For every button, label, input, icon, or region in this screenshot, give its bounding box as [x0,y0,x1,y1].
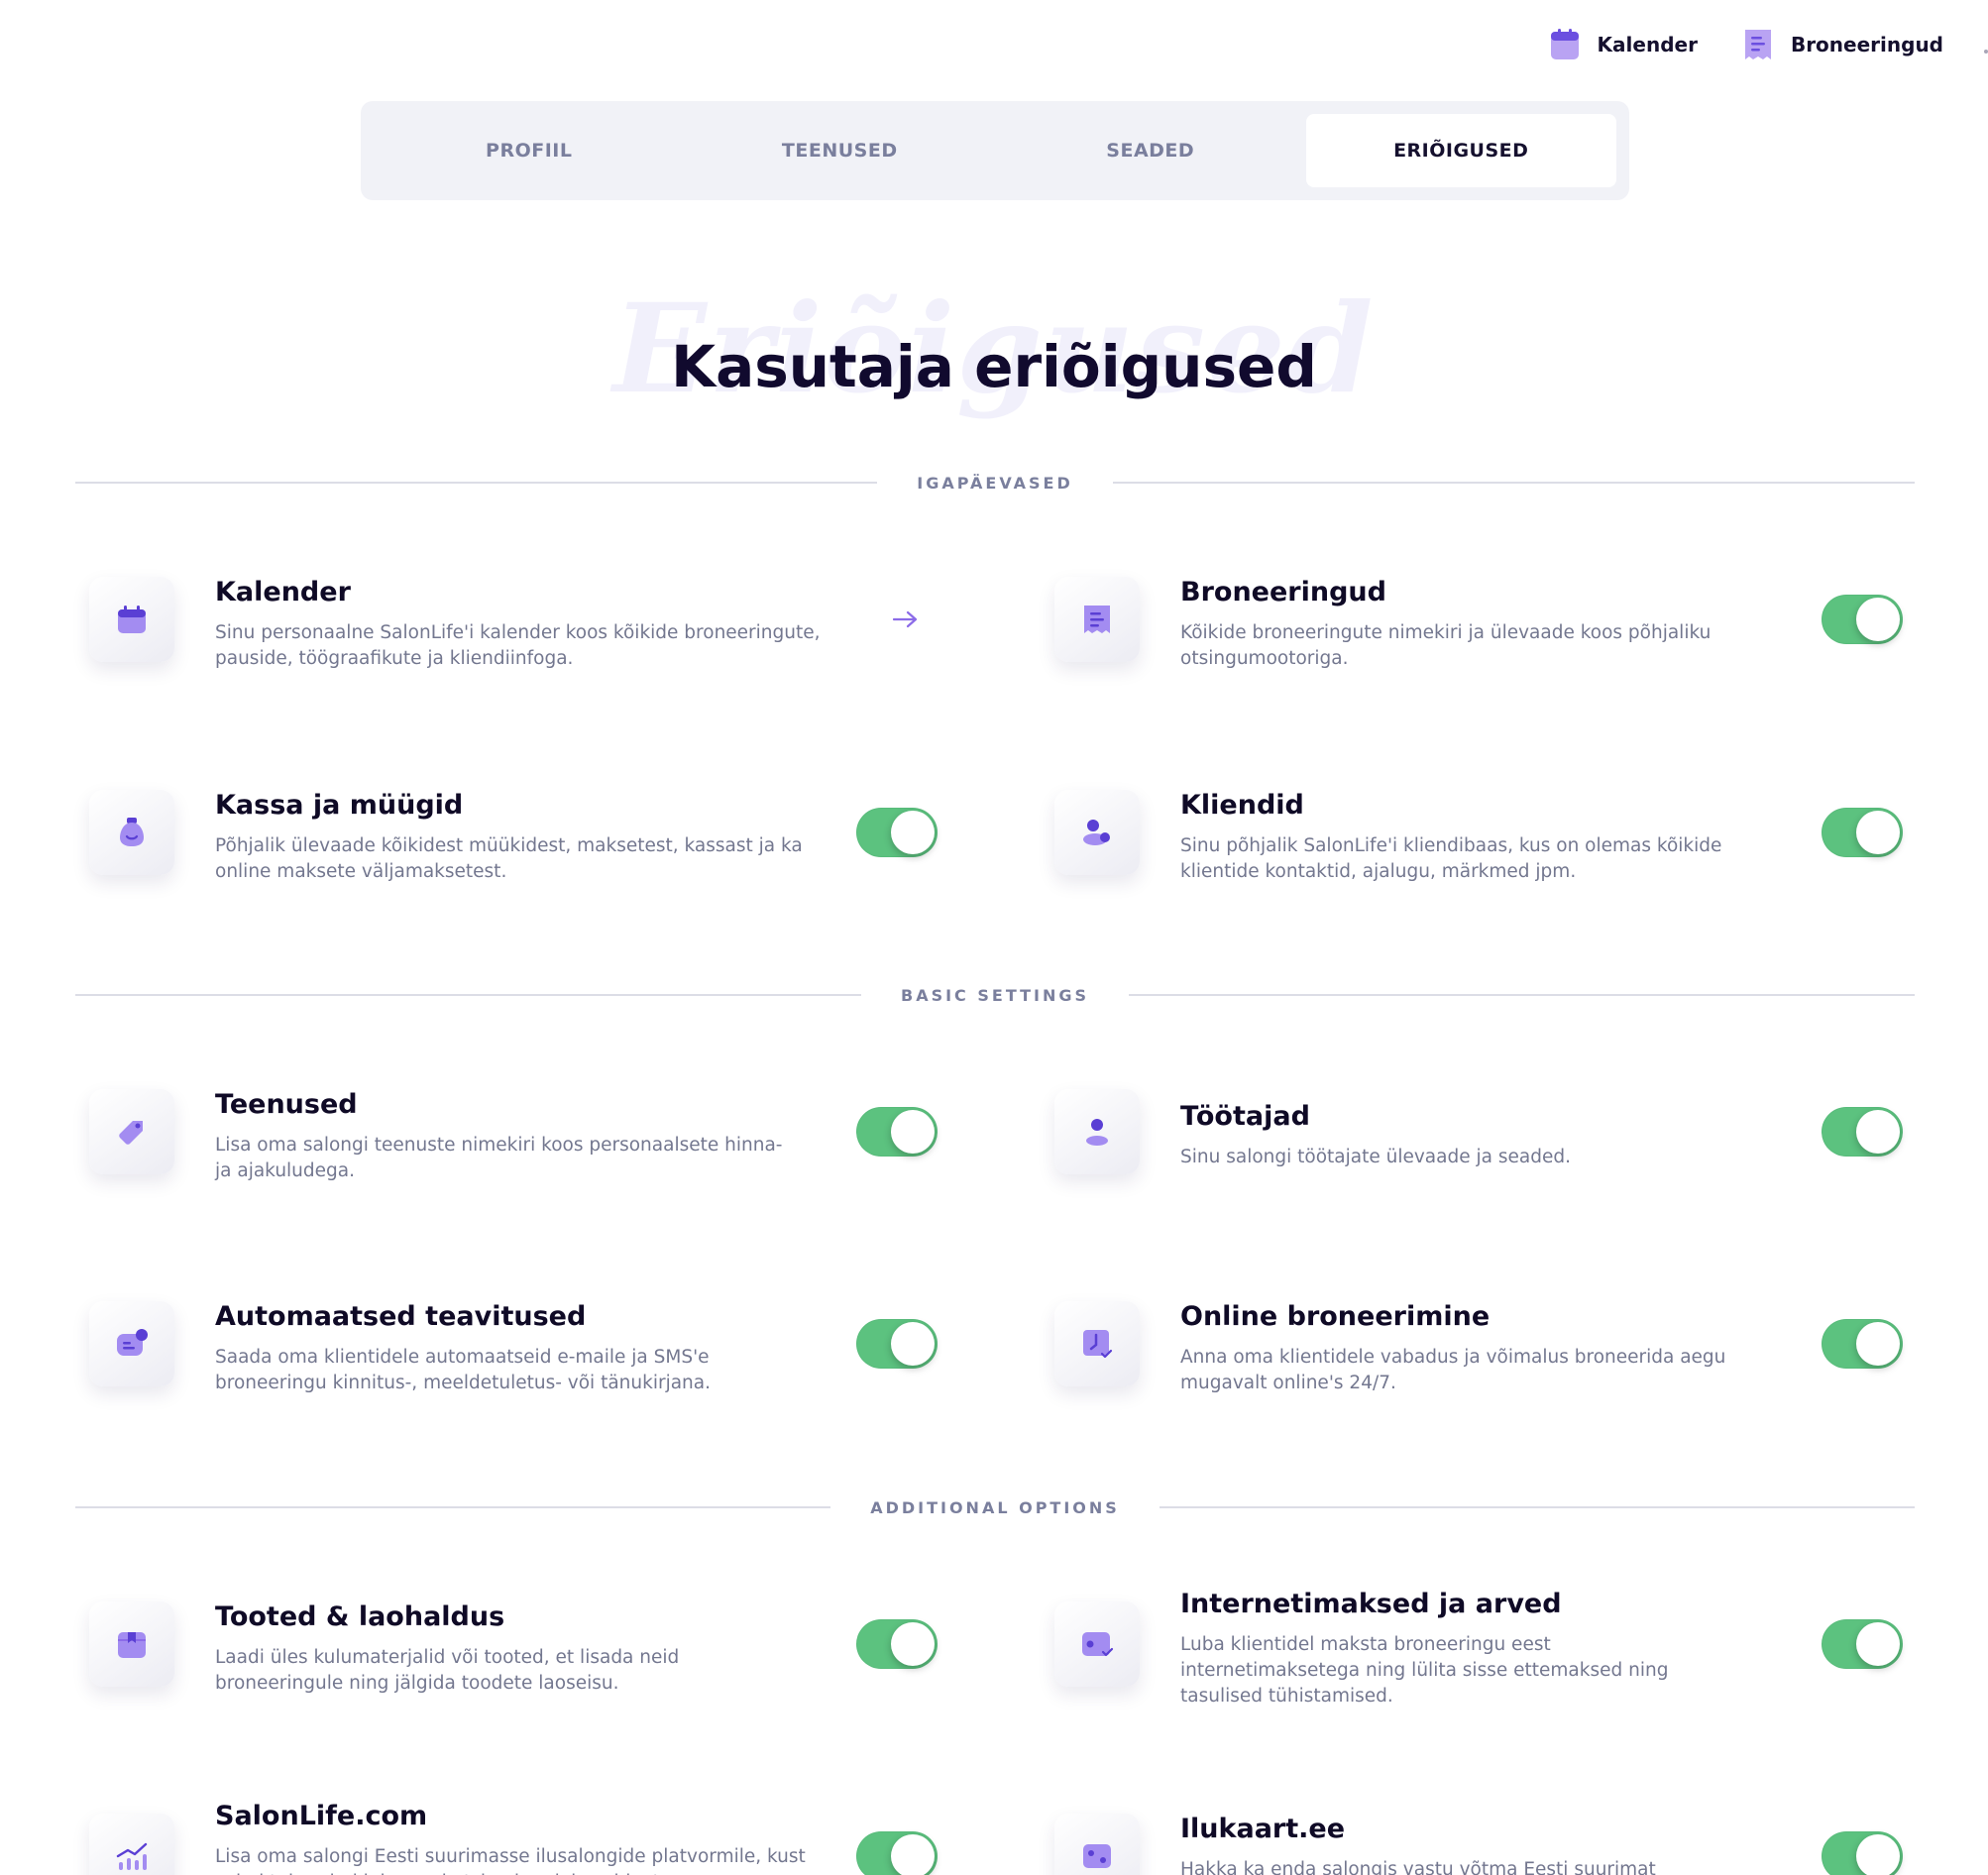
money-bag-icon [89,790,174,875]
permission-description: Sinu põhjalik SalonLife'i kliendibaas, k… [1180,835,1722,882]
clients-toggle[interactable] [1822,808,1903,857]
permission-products: Tooted & laohaldus Laadi üles kulumaterj… [75,1601,938,1694]
internet-payments-toggle[interactable] [1822,1619,1903,1669]
permission-salonlife: SalonLife.com Lisa oma salongi Eesti suu… [75,1801,938,1875]
tab-profile[interactable]: PROFIIL [374,114,685,187]
price-tag-icon [89,1089,174,1174]
arrow-right-icon[interactable] [890,607,922,631]
section-label: ADDITIONAL OPTIONS [870,1497,1120,1517]
products-toggle[interactable] [856,1619,938,1669]
permission-title: Broneeringud [1180,577,1386,607]
permission-description: Lisa oma salongi teenuste nimekiri koos … [215,1135,783,1181]
page-title: Kasutaja eriõigused [671,333,1317,400]
notifications-toggle[interactable] [856,1319,938,1369]
topnav-bookings-link[interactable]: Broneeringud [1743,28,1943,61]
permission-title: Tooted & laohaldus [215,1601,505,1632]
clients-icon [1054,790,1140,875]
tab-settings[interactable]: SEADED [995,114,1306,187]
permission-ilukaart: Ilukaart.ee Hakka ka enda salongis vastu… [1041,1814,1903,1875]
permission-description: Saada oma klientidele automaatseid e-mai… [215,1347,711,1393]
permission-title: Internetimaksed ja arved [1180,1589,1562,1619]
permission-description: Laadi üles kulumaterjalid või tooted, et… [215,1647,680,1694]
section-divider-daily: IGAPÄEVASED [75,473,1916,493]
permission-title: Online broneerimine [1180,1301,1491,1332]
permission-staff: Töötajad Sinu salongi töötajate ülevaade… [1041,1089,1903,1178]
topnav-bookings-label: Broneeringud [1790,33,1943,56]
settings-tab-bar: PROFIIL TEENUSED SEADED ERIÕIGUSED [361,101,1629,200]
toggle-knob [1856,811,1900,854]
permission-calendar: Kalender Sinu personaalne SalonLife'i ka… [75,577,938,669]
section-divider-additional: ADDITIONAL OPTIONS [75,1497,1915,1517]
permission-description: Sinu salongi töötajate ülevaade ja seade… [1180,1147,1571,1167]
permission-online-booking: Online broneerimine Anna oma klientidele… [1041,1301,1903,1393]
gift-card-icon [1054,1814,1140,1875]
toggle-knob [891,811,935,854]
permission-internet-payments: Internetimaksed ja arved Luba klientidel… [1041,1589,1903,1707]
toggle-knob [1856,1322,1900,1366]
card-payment-icon [1054,1601,1140,1687]
section-label: IGAPÄEVASED [917,473,1073,493]
calendar-icon [1550,28,1580,61]
receipt-icon [1054,577,1140,662]
toggle-knob [891,1110,935,1154]
toggle-knob [1856,1110,1900,1154]
permission-title: Kliendid [1180,790,1304,821]
product-box-icon [89,1601,174,1687]
section-divider-basic: BASIC SETTINGS [75,985,1916,1005]
online-booking-icon [1054,1301,1140,1386]
permission-services: Teenused Lisa oma salongi teenuste nimek… [75,1089,938,1181]
toggle-knob [891,1622,935,1666]
permission-title: Automaatsed teavitused [215,1301,587,1332]
receipt-icon [1743,28,1773,61]
permission-title: Teenused [215,1089,358,1120]
permission-description: Sinu personaalne SalonLife'i kalender ko… [215,622,821,669]
toggle-knob [1856,1834,1900,1875]
toggle-knob [891,1834,935,1875]
section-label: BASIC SETTINGS [901,985,1090,1005]
services-toggle[interactable] [856,1107,938,1157]
staff-toggle[interactable] [1822,1107,1903,1157]
topnav-calendar-link[interactable]: Kalender [1550,28,1698,61]
page-header: Eriõigused Kasutaja eriõigused [0,277,1988,426]
permission-clients: Kliendid Sinu põhjalik SalonLife'i klien… [1041,790,1903,882]
permission-description: Anna oma klientidele vabadus ja võimalus… [1180,1347,1726,1393]
permission-title: Töötajad [1180,1101,1310,1132]
permission-description: Lisa oma salongi Eesti suurimasse ilusal… [215,1846,806,1875]
permission-bookings: Broneeringud Kõikide broneeringute nimek… [1041,577,1903,669]
bookings-toggle[interactable] [1822,595,1903,644]
topnav-calendar-label: Kalender [1597,33,1698,56]
tab-permissions[interactable]: ERIÕIGUSED [1305,114,1616,187]
sales-toggle[interactable] [856,808,938,857]
ilukaart-toggle[interactable] [1822,1831,1903,1875]
permission-title: SalonLife.com [215,1801,428,1831]
permission-sales: Kassa ja müügid Põhjalik ülevaade kõikid… [75,790,938,882]
permission-title: Kalender [215,577,351,607]
salonlife-toggle[interactable] [856,1831,938,1875]
growth-chart-icon [89,1814,174,1875]
notification-chat-icon [89,1301,174,1386]
toggle-knob [1856,598,1900,641]
permission-description: Hakka ka enda salongis vastu võtma Eesti… [1180,1859,1656,1875]
permission-description: Luba klientidel maksta broneeringu eest … [1180,1634,1669,1707]
toggle-knob [891,1322,935,1366]
permission-description: Põhjalik ülevaade kõikidest müükidest, m… [215,835,803,882]
permission-description: Kõikide broneeringute nimekiri ja ülevaa… [1180,622,1712,669]
permission-title: Kassa ja müügid [215,790,464,821]
permission-title: Ilukaart.ee [1180,1814,1346,1844]
permission-notifications: Automaatsed teavitused Saada oma klienti… [75,1301,938,1393]
scroll-indicator [1984,50,1988,54]
top-nav: Kalender Broneeringud [1550,28,1943,61]
calendar-icon [89,577,174,662]
toggle-knob [1856,1622,1900,1666]
online-booking-toggle[interactable] [1822,1319,1903,1369]
user-icon [1054,1089,1140,1174]
tab-services[interactable]: TEENUSED [685,114,996,187]
